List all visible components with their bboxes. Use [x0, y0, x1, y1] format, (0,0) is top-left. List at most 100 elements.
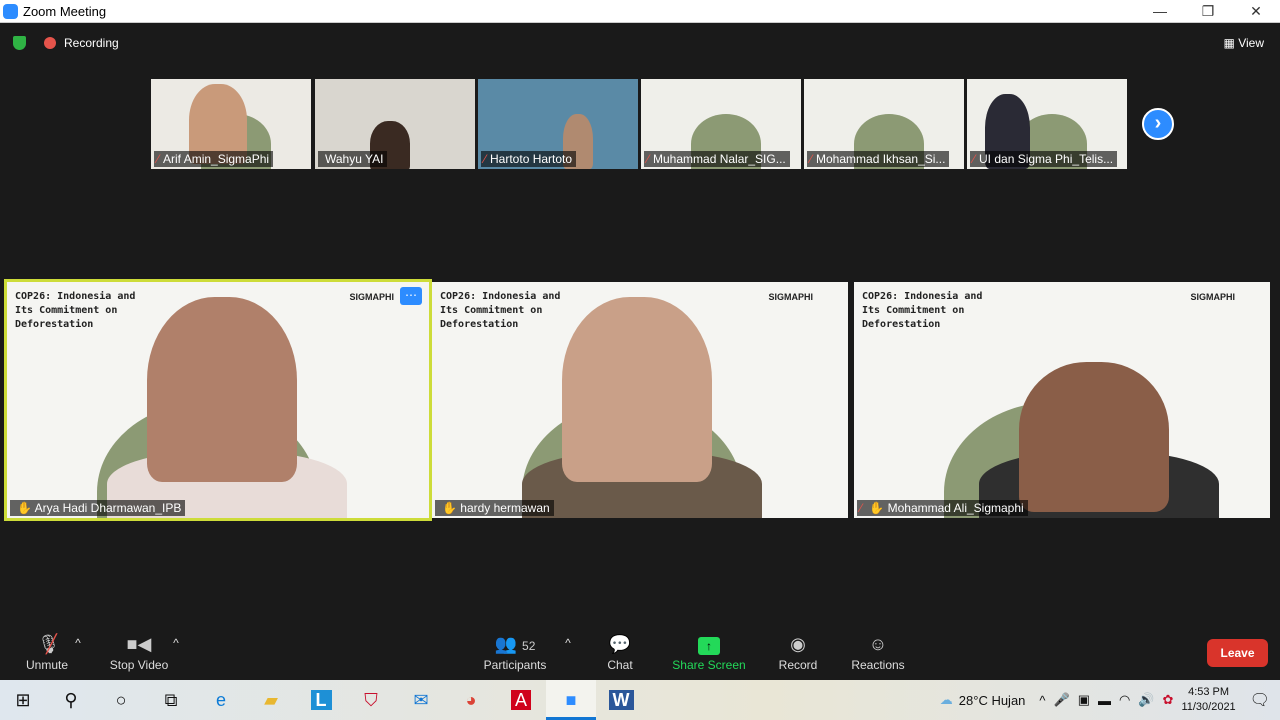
participant-name: hardy hermawan [460, 501, 550, 515]
slide-title: COP26: Indonesia and Its Commitment on D… [862, 291, 983, 330]
unmute-button[interactable]: 🎙╱ Unmute [22, 630, 72, 672]
audio-options-caret[interactable]: ^ [72, 636, 84, 650]
participant-thumbnail[interactable]: ⁄ Arif Amin_SigmaPhi [151, 79, 311, 169]
reactions-smiley-icon: ☺ [868, 634, 888, 654]
slide-brand-logo: SIGMAPHI [1190, 292, 1235, 302]
maximize-button[interactable]: ❐ [1184, 0, 1232, 23]
network-tray-icon[interactable]: ▣ [1078, 692, 1090, 708]
chat-button[interactable]: 💬 Chat [600, 630, 640, 672]
weather-text[interactable]: 28°C Hujan [959, 693, 1026, 708]
participant-name: Wahyu YAI [325, 152, 384, 166]
title-bar: Zoom Meeting — ❐ ✕ [0, 0, 1280, 23]
task-view-icon[interactable]: ⧉ [146, 690, 196, 711]
video-options-caret[interactable]: ^ [170, 636, 182, 650]
view-button[interactable]: ▦ View [1224, 36, 1264, 50]
record-label: Record [778, 658, 818, 672]
tray-overflow-icon[interactable]: ^ [1039, 693, 1045, 708]
participant-thumbnail[interactable]: ⁄ UI dan Sigma Phi_Telis... [967, 79, 1127, 169]
participant-name: UI dan Sigma Phi_Telis... [979, 152, 1114, 166]
window-title: Zoom Meeting [23, 3, 107, 19]
acrobat-icon[interactable]: A [496, 689, 546, 711]
zoom-taskbar-icon[interactable]: ■ [546, 680, 596, 720]
file-explorer-icon[interactable]: ▰ [246, 690, 296, 711]
slide-title: COP26: Indonesia and Its Commitment on D… [440, 291, 561, 330]
slide-title: COP26: Indonesia and Its Commitment on D… [15, 291, 136, 330]
muted-mic-icon: ⁄ [647, 152, 650, 166]
cortana-icon[interactable]: ○ [96, 690, 146, 711]
meeting-topbar: Recording ▦ View [0, 30, 1280, 56]
clock[interactable]: 4:53 PM 11/30/2021 [1181, 685, 1235, 715]
reactions-button[interactable]: ☺ Reactions [846, 630, 910, 672]
participants-count: 52 [522, 639, 536, 653]
stop-video-label: Stop Video [109, 658, 169, 672]
chrome-icon[interactable]: ◕ [446, 690, 496, 711]
participants-icon: 👥 [494, 634, 518, 654]
participants-label: Participants [483, 658, 547, 672]
volume-icon[interactable]: 🔊 [1138, 692, 1154, 708]
meeting-toolbar: 🎙╱ Unmute ^ ■◀ Stop Video ^ 👥 52 Participan… [0, 630, 1280, 680]
clock-time: 4:53 PM [1188, 686, 1230, 698]
slide-brand-logo: SIGMAPHI [349, 292, 394, 302]
close-button[interactable]: ✕ [1232, 0, 1280, 23]
security-shield-icon[interactable] [13, 36, 26, 50]
participants-button[interactable]: 👥 52 Participants [480, 630, 550, 672]
participant-thumbnail[interactable]: ⁄ Mohammad Ikhsan_Si... [804, 79, 964, 169]
share-screen-button[interactable]: ↑ Share Screen [670, 630, 748, 672]
record-icon: ◉ [790, 634, 806, 654]
minimize-button[interactable]: — [1136, 0, 1184, 23]
participant-thumbnail[interactable]: ⁄ Hartoto Hartoto [478, 79, 638, 169]
chat-bubble-icon: 💬 [608, 634, 632, 654]
reactions-label: Reactions [851, 658, 905, 672]
participant-face [1019, 362, 1169, 512]
participant-video-tile[interactable]: COP26: Indonesia and Its Commitment on D… [432, 282, 848, 518]
view-label: View [1238, 36, 1264, 50]
participants-options-caret[interactable]: ^ [562, 636, 574, 650]
participant-name: Arif Amin_SigmaPhi [163, 152, 270, 166]
word-icon[interactable]: W [596, 689, 646, 711]
grid-icon: ▦ [1223, 36, 1239, 50]
recording-status: Recording [64, 36, 119, 50]
participant-video-tile[interactable]: COP26: Indonesia and Its Commitment on D… [4, 279, 432, 521]
slide-brand-logo: SIGMAPHI [768, 292, 813, 302]
zoom-logo-icon [3, 3, 18, 19]
muted-mic-icon: ⁄ [973, 152, 976, 166]
participant-thumbnail[interactable]: Wahyu YAI [315, 79, 475, 169]
stop-video-button[interactable]: ■◀ Stop Video [104, 630, 174, 672]
participant-name: Muhammad Nalar_SIG... [653, 152, 786, 166]
muted-mic-icon: ⁄ [860, 501, 866, 515]
participant-video-tile[interactable]: COP26: Indonesia and Its Commitment on D… [854, 282, 1270, 518]
app-l-icon[interactable]: L [296, 689, 346, 711]
participant-thumbnail[interactable]: ⁄ Muhammad Nalar_SIG... [641, 79, 801, 169]
participant-face [562, 297, 712, 482]
pin-icon: ✋ [869, 501, 888, 515]
more-options-button[interactable]: ⋯ [400, 287, 422, 305]
share-screen-label: Share Screen [672, 658, 746, 672]
participant-name: Mohammad Ali_Sigmaphi [887, 501, 1024, 515]
muted-mic-icon: 🎙╱ [37, 634, 60, 654]
mail-icon[interactable]: ✉ [396, 690, 446, 711]
next-page-arrow-icon[interactable]: › [1142, 108, 1174, 140]
video-camera-icon: ■◀ [126, 634, 152, 654]
pin-icon: ✋ [442, 501, 461, 515]
participant-name: Mohammad Ikhsan_Si... [816, 152, 946, 166]
chat-label: Chat [607, 658, 633, 672]
participant-name: Arya Hadi Dharmawan_IPB [34, 501, 182, 515]
microphone-tray-icon: 🎤 [1053, 692, 1070, 707]
mcafee-icon[interactable]: ⛉ [346, 690, 396, 711]
share-screen-icon: ↑ [698, 637, 720, 655]
battery-icon[interactable]: ▬ [1098, 693, 1111, 708]
clock-date: 11/30/2021 [1181, 701, 1236, 713]
leave-button[interactable]: Leave [1207, 639, 1268, 667]
windows-start-icon[interactable]: ⊞ [0, 690, 46, 711]
weather-icon: ☁ [939, 692, 953, 707]
action-center-icon[interactable]: 🗨 [1250, 690, 1270, 710]
participant-face [147, 297, 297, 482]
record-button[interactable]: ◉ Record [772, 630, 824, 672]
edge-icon[interactable]: e [196, 690, 246, 711]
muted-mic-icon: ⁄ [810, 152, 813, 166]
participant-name: Hartoto Hartoto [490, 152, 573, 166]
notification-app-icon[interactable]: ✿ [1163, 692, 1174, 708]
windows-taskbar: ⊞ ⚲ ○ ⧉ e ▰ L ⛉ ✉ ◕ A ■ W ☁ 28°C Hujan ^… [0, 680, 1280, 720]
search-icon[interactable]: ⚲ [46, 690, 96, 711]
wifi-icon[interactable]: ◠ [1119, 692, 1130, 708]
